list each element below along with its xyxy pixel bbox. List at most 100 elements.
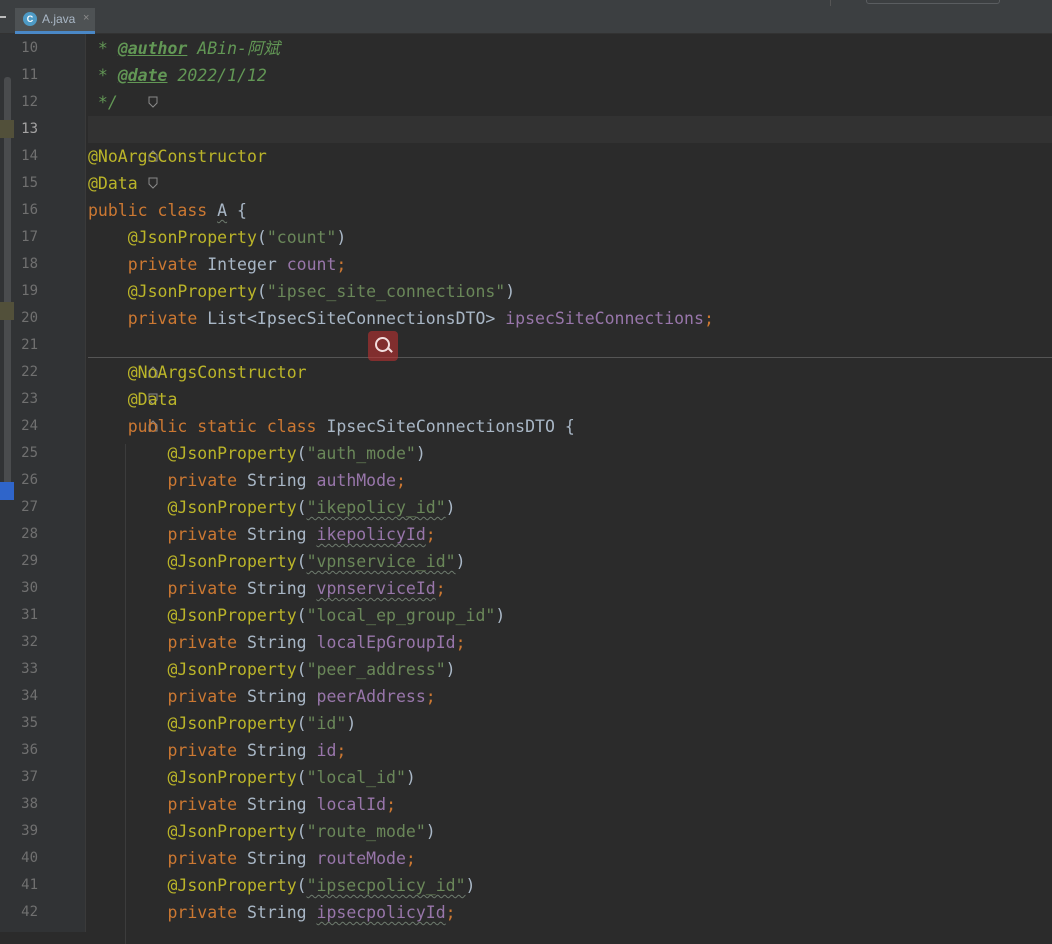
line-number: 23 — [21, 391, 38, 407]
code-token: ( — [296, 822, 307, 841]
code-token: ( — [256, 228, 267, 247]
code-token: ; — [336, 741, 347, 760]
code-line[interactable]: @Data — [88, 386, 178, 413]
code-token: String — [246, 633, 317, 652]
code-line[interactable]: @JsonProperty("ipsecpolicy_id") — [88, 872, 475, 899]
code-line[interactable]: private String vpnserviceId; — [88, 575, 446, 602]
code-token: ) — [405, 768, 416, 787]
line-number: 25 — [21, 445, 38, 461]
line-number: 28 — [21, 526, 38, 542]
tab-a-java[interactable]: C A.java × — [15, 8, 95, 34]
code-line[interactable]: @NoArgsConstructor — [88, 143, 267, 170]
code-line[interactable]: * @author ABin-阿斌 — [88, 35, 280, 62]
code-line[interactable]: @JsonProperty("peer_address") — [88, 656, 455, 683]
code-token: ; — [435, 579, 446, 598]
code-token: String — [246, 579, 317, 598]
code-token: public static class — [127, 417, 327, 436]
code-line[interactable]: @JsonProperty("vpnservice_id") — [88, 548, 465, 575]
code-token: private — [167, 633, 247, 652]
code-line[interactable]: private Integer count; — [88, 251, 347, 278]
code-token: private — [167, 525, 247, 544]
run-configuration-selector[interactable] — [866, 0, 1000, 4]
code-token: @JsonProperty — [167, 822, 297, 841]
code-line[interactable]: @Data — [88, 170, 138, 197]
code-line[interactable]: * @date 2022/1/12 — [88, 62, 267, 89]
code-line[interactable]: private String routeMode; — [88, 845, 415, 872]
code-line[interactable]: private List<IpsecSiteConnectionsDTO> ip… — [88, 305, 714, 332]
code-line[interactable]: @JsonProperty("local_id") — [88, 764, 416, 791]
code-token: @author — [117, 39, 188, 58]
line-number: 13 — [21, 121, 38, 137]
line-number: 18 — [21, 256, 38, 272]
tab-label: A.java — [42, 12, 76, 26]
scroll-marker-track[interactable] — [4, 77, 11, 485]
code-token: private — [167, 471, 247, 490]
code-token: ipsecSiteConnections — [505, 309, 704, 328]
code-line[interactable]: public class A { — [88, 197, 247, 224]
code-line[interactable]: @JsonProperty("route_mode") — [88, 818, 435, 845]
code-line[interactable]: @JsonProperty("ipsec_site_connections") — [88, 278, 515, 305]
code-token: private — [167, 849, 247, 868]
code-line[interactable]: private String ipsecpolicyId; — [88, 899, 455, 926]
code-token: ( — [296, 768, 307, 787]
code-token: ABin-阿斌 — [187, 39, 280, 58]
search-overlay-icon[interactable] — [368, 331, 398, 361]
code-token: "ipsecpolicy_id" — [306, 876, 466, 895]
code-line[interactable]: private String id; — [88, 737, 346, 764]
code-line[interactable]: private String localId; — [88, 791, 396, 818]
line-number: 29 — [21, 553, 38, 569]
code-token: @JsonProperty — [127, 282, 257, 301]
code-token: Integer — [207, 255, 287, 274]
code-line[interactable]: private String localEpGroupId; — [88, 629, 466, 656]
code-token: @date — [117, 66, 168, 85]
code-token: routeMode — [316, 849, 406, 868]
code-token: ( — [296, 552, 307, 571]
code-token: @JsonProperty — [167, 606, 297, 625]
line-number: 22 — [21, 364, 38, 380]
code-token: ( — [296, 714, 307, 733]
code-line[interactable]: @JsonProperty("local_ep_group_id") — [88, 602, 505, 629]
code-token: ( — [296, 876, 307, 895]
code-line[interactable]: @NoArgsConstructor — [88, 359, 307, 386]
code-token: ( — [296, 444, 307, 463]
code-token: ; — [455, 633, 466, 652]
code-token: "count" — [266, 228, 337, 247]
line-number: 19 — [21, 283, 38, 299]
code-token: "ikepolicy_id" — [306, 498, 446, 517]
code-token: localEpGroupId — [316, 633, 456, 652]
code-editor[interactable]: * @author ABin-阿斌 * @date 2022/1/12 */ @N… — [88, 34, 1052, 944]
code-token: "vpnservice_id" — [306, 552, 456, 571]
code-line[interactable]: @JsonProperty("count") — [88, 224, 347, 251]
method-separator — [88, 357, 1052, 358]
code-line[interactable]: @JsonProperty("ikepolicy_id") — [88, 494, 455, 521]
java-class-icon: C — [23, 12, 37, 26]
code-token: ( — [296, 660, 307, 679]
code-line[interactable]: private String peerAddress; — [88, 683, 435, 710]
code-token: List<IpsecSiteConnectionsDTO> — [207, 309, 506, 328]
code-line[interactable]: public static class IpsecSiteConnections… — [88, 413, 575, 440]
code-line[interactable]: @JsonProperty("auth_mode") — [88, 440, 425, 467]
code-token: "auth_mode" — [306, 444, 416, 463]
code-line[interactable]: @JsonProperty("id") — [88, 710, 356, 737]
code-line[interactable]: private String ikepolicyId; — [88, 521, 435, 548]
line-number: 34 — [21, 688, 38, 704]
line-number: 32 — [21, 634, 38, 650]
code-token: private — [127, 309, 208, 328]
line-number: 27 — [21, 499, 38, 515]
code-token: IpsecSiteConnectionsDTO { — [326, 417, 575, 436]
line-number: 16 — [21, 202, 38, 218]
code-line[interactable]: private String authMode; — [88, 467, 405, 494]
code-line[interactable]: */ — [88, 89, 118, 116]
code-token: ; — [386, 795, 396, 814]
panel-collapse-handle[interactable] — [0, 16, 6, 18]
code-token: ikepolicyId — [316, 525, 426, 544]
code-token: id — [316, 741, 337, 760]
close-tab-icon[interactable]: × — [83, 11, 89, 25]
